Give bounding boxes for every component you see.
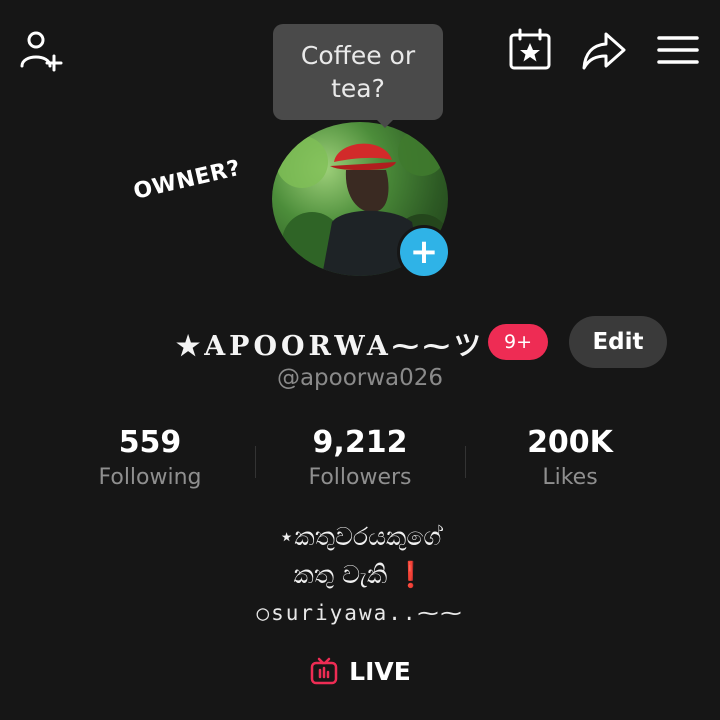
- note-bubble-tail: [375, 118, 395, 128]
- following-label: Following: [98, 465, 202, 490]
- bio-line-3: ○suriyawa..⁓⁓: [256, 601, 464, 625]
- name-row: ★APOORWA⁓⁓ツ 9+ Edit: [0, 316, 720, 368]
- person-plus-icon: [20, 31, 63, 72]
- likes-stat[interactable]: 200K Likes: [470, 425, 670, 495]
- hamburger-menu-icon: [657, 36, 699, 64]
- stat-divider: [255, 446, 256, 478]
- username-handle: @apoorwa026: [276, 365, 444, 391]
- calendar-star-icon: [509, 28, 551, 70]
- followers-label: Followers: [308, 465, 412, 490]
- display-name: ★APOORWA⁓⁓ツ: [176, 331, 485, 362]
- add-story-button[interactable]: +: [397, 225, 451, 279]
- share-arrow-icon: [582, 32, 626, 70]
- plus-icon: +: [409, 232, 439, 272]
- likes-count: 200K: [527, 425, 613, 460]
- live-button[interactable]: LIVE: [0, 656, 720, 686]
- stat-divider: [465, 446, 466, 478]
- profile-bio: ⋆කතුවරයකුගේ කතු වැකි ❗ ○suriyawa..⁓⁓: [0, 518, 720, 632]
- note-line-1: Coffee or: [300, 41, 416, 70]
- live-label: LIVE: [349, 656, 411, 686]
- add-friend-button[interactable]: [16, 26, 64, 74]
- bio-line-1: ⋆කතුවරයකුගේ: [278, 522, 442, 551]
- calendar-button[interactable]: [506, 26, 554, 74]
- notification-badge[interactable]: 9+: [488, 324, 548, 360]
- edit-profile-button[interactable]: Edit: [569, 316, 667, 368]
- bio-line-2: කතු වැකි ❗: [0, 556, 720, 594]
- menu-button[interactable]: [654, 26, 702, 74]
- note-bubble[interactable]: Coffee or tea?: [273, 24, 443, 120]
- share-button[interactable]: [580, 26, 628, 74]
- following-stat[interactable]: 559 Following: [50, 425, 250, 495]
- owner-overlay-label: OWNER?: [131, 155, 244, 205]
- bio-line-2-text: කතු වැකි: [293, 560, 388, 589]
- likes-label: Likes: [542, 465, 598, 490]
- tv-live-icon: [310, 657, 338, 685]
- following-count: 559: [118, 425, 182, 460]
- followers-count: 9,212: [312, 425, 408, 460]
- note-line-2: tea?: [331, 74, 385, 103]
- exclamation-icon: ❗: [395, 560, 427, 589]
- followers-stat[interactable]: 9,212 Followers: [260, 425, 460, 495]
